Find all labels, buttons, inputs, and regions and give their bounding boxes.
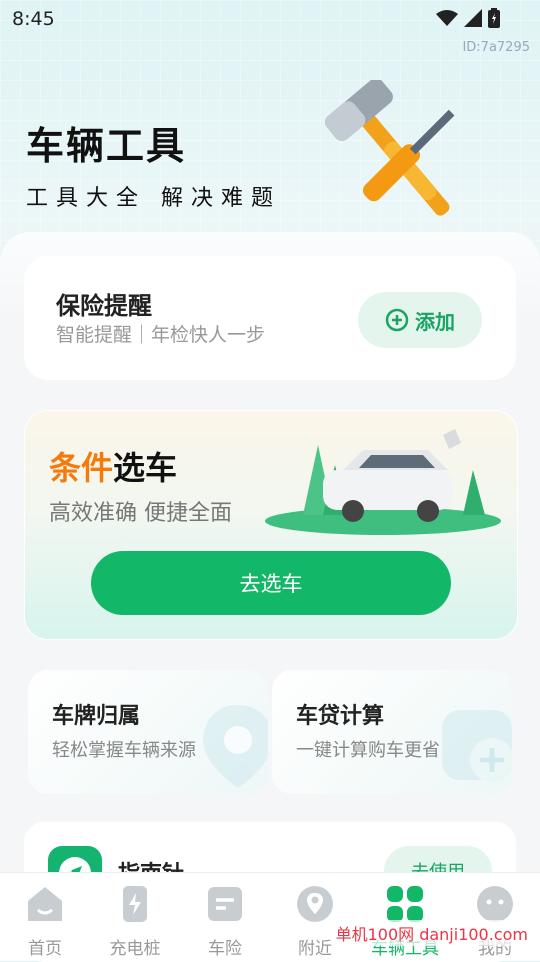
- select-title-rest: 选车: [113, 449, 178, 487]
- bottom-tab-bar: 首页 充电桩 车险 附近 车辆工具 我的: [0, 872, 540, 961]
- select-subtitle: 高效准确 便捷全面: [49, 501, 232, 526]
- battery-icon: [488, 8, 500, 28]
- insurance-title: 保险提醒: [56, 292, 152, 320]
- charging-pile-icon: [123, 886, 147, 922]
- car-loan-subtitle: 一键计算购车更省: [296, 740, 440, 761]
- tab-insurance-label: 车险: [208, 939, 242, 959]
- plus-circle-icon: [385, 308, 409, 332]
- add-insurance-button[interactable]: 添加: [358, 292, 482, 348]
- insurance-reminder-card[interactable]: 保险提醒 智能提醒｜年检快人一步 添加: [24, 256, 516, 380]
- insurance-doc-icon: [208, 887, 242, 921]
- tab-charging[interactable]: 充电桩: [95, 883, 175, 959]
- hero-title: 车辆工具: [26, 124, 187, 168]
- signal-icon: [464, 9, 482, 27]
- page-id: ID:7a7295: [462, 40, 530, 55]
- go-select-car-button[interactable]: 去选车: [91, 551, 451, 615]
- car-illustration: [265, 429, 501, 535]
- tab-insurance[interactable]: 车险: [185, 883, 265, 959]
- status-bar: 8:45: [0, 0, 540, 38]
- hammer-screwdriver-illustration: [325, 80, 455, 216]
- location-pin-icon: [297, 886, 333, 922]
- insurance-subtitle: 智能提醒｜年检快人一步: [56, 324, 266, 346]
- status-icons: [436, 8, 500, 28]
- home-icon: [28, 887, 62, 921]
- profile-face-icon: [477, 886, 513, 922]
- car-loan-title: 车贷计算: [296, 704, 385, 729]
- select-title-highlight: 条件: [49, 449, 114, 487]
- add-label: 添加: [415, 309, 455, 334]
- condition-select-card[interactable]: 条件选车 高效准确 便捷全面 去选车: [24, 410, 518, 640]
- tab-home[interactable]: 首页: [5, 883, 85, 959]
- calculator-deco-icon: [442, 710, 512, 782]
- watermark: 单机100网 danji100.com: [331, 920, 532, 946]
- plate-location-card[interactable]: 车牌归属 轻松掌握车辆来源: [28, 670, 268, 794]
- car-loan-card[interactable]: 车贷计算 一键计算购车更省: [272, 670, 512, 794]
- hero-subtitle: 工具大全 解决难题: [26, 186, 281, 211]
- plate-location-title: 车牌归属: [52, 704, 141, 729]
- status-time: 8:45: [12, 8, 55, 30]
- tools-grid-icon: [387, 886, 423, 922]
- tab-home-label: 首页: [28, 939, 62, 959]
- select-title: 条件选车: [49, 443, 177, 489]
- wifi-icon: [436, 10, 458, 26]
- location-deco-icon: [203, 705, 268, 788]
- plate-location-subtitle: 轻松掌握车辆来源: [52, 740, 196, 761]
- tab-charging-label: 充电桩: [109, 939, 161, 959]
